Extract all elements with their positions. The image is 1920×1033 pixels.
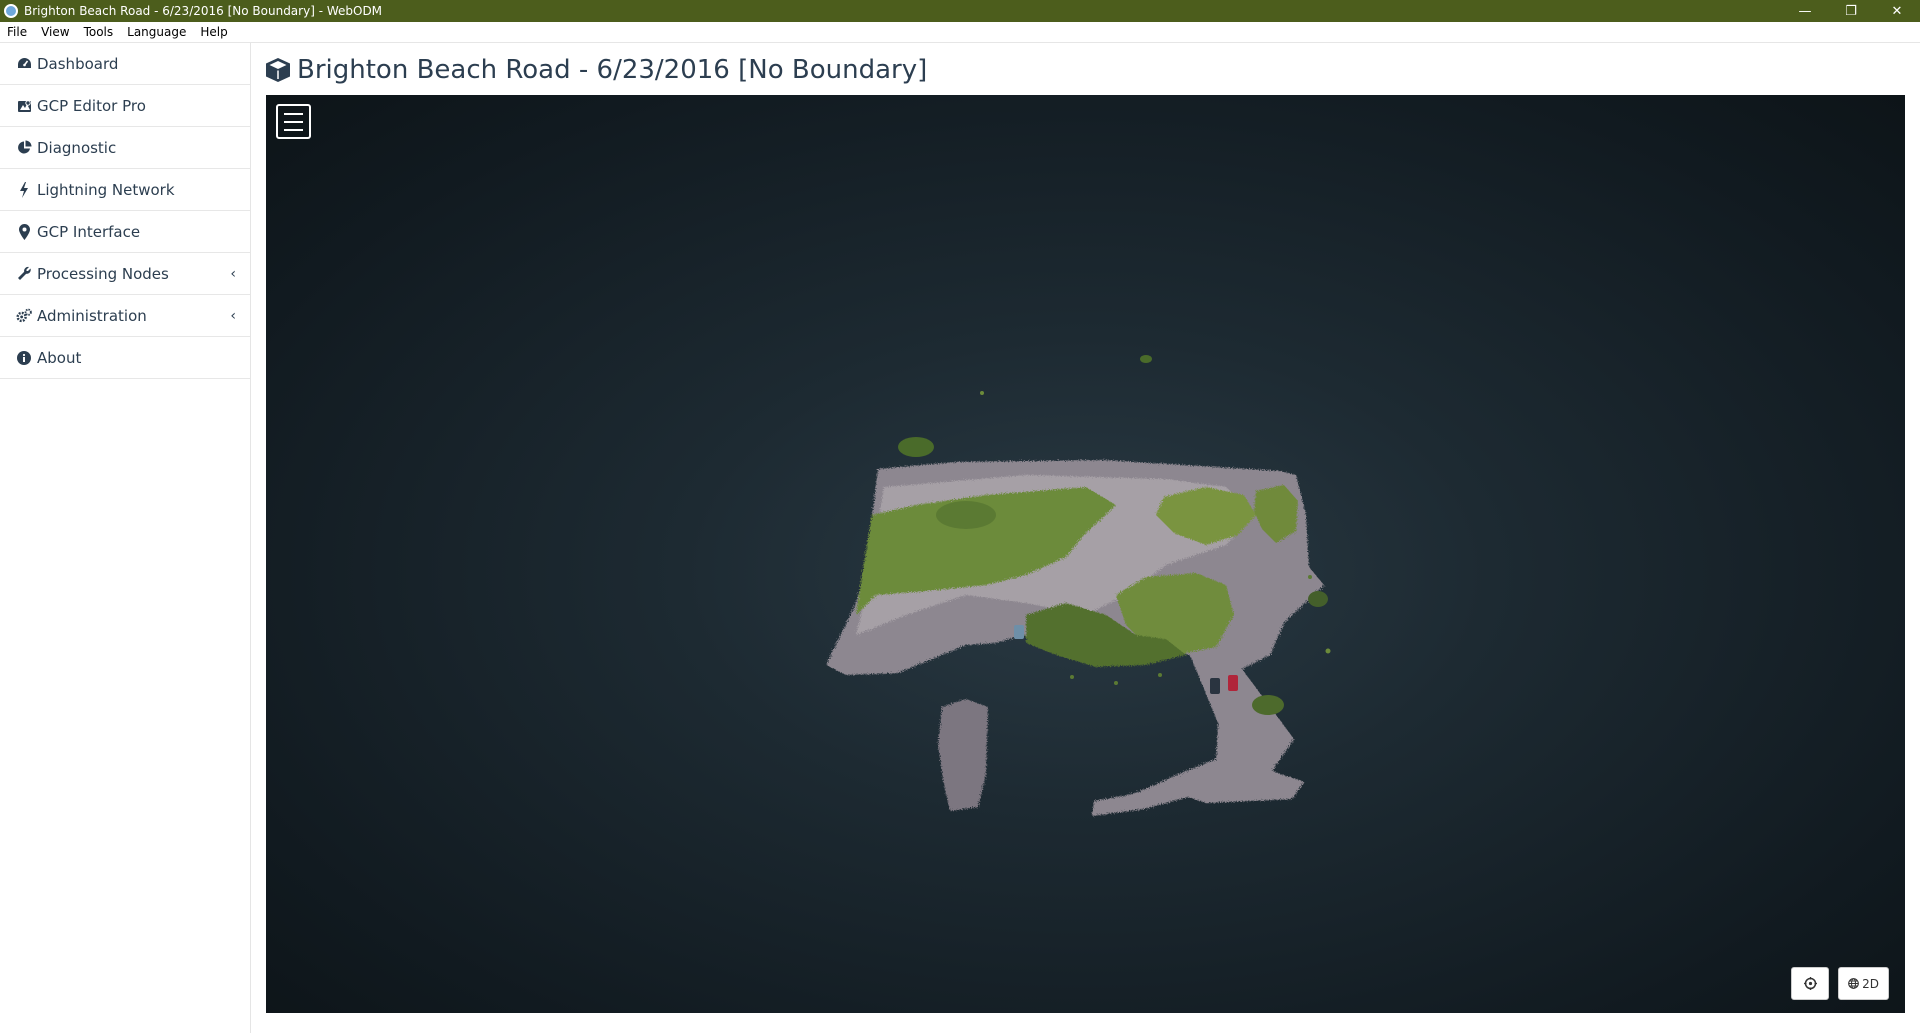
point-speck xyxy=(980,391,984,395)
minimize-button[interactable]: — xyxy=(1782,0,1828,22)
cube-icon xyxy=(266,58,290,82)
sidebar-item-gcp-interface[interactable]: GCP Interface xyxy=(0,211,250,253)
window-titlebar: Brighton Beach Road - 6/23/2016 [No Boun… xyxy=(0,0,1920,22)
sidebar-item-lightning-network[interactable]: Lightning Network xyxy=(0,169,250,211)
viewer-menu-button[interactable] xyxy=(276,104,311,139)
menu-language[interactable]: Language xyxy=(120,25,193,39)
close-button[interactable]: ✕ xyxy=(1874,0,1920,22)
crosshair-icon xyxy=(1803,977,1817,990)
chevron-left-icon: ‹ xyxy=(230,265,236,282)
page-title: Brighton Beach Road - 6/23/2016 [No Boun… xyxy=(265,52,927,88)
sidebar-item-label: GCP Interface xyxy=(37,222,141,241)
sidebar-item-diagnostic[interactable]: Diagnostic xyxy=(0,127,250,169)
parked-car xyxy=(1210,678,1220,694)
point-speck xyxy=(1325,648,1331,654)
pie-chart-icon xyxy=(16,140,32,156)
sidebar-item-label: Lightning Network xyxy=(37,180,175,199)
restore-button[interactable]: ❐ xyxy=(1828,0,1874,22)
hamburger-bar xyxy=(284,128,303,131)
menu-view[interactable]: View xyxy=(34,25,76,39)
globe-icon xyxy=(1848,978,1859,989)
tree-cluster xyxy=(1252,695,1284,715)
dashboard-icon xyxy=(16,56,32,72)
sidebar-item-gcp-editor-pro[interactable]: GCP Editor Pro xyxy=(0,85,250,127)
webodm-app-icon xyxy=(4,4,18,18)
tree-cluster xyxy=(936,501,996,529)
switch-2d-button[interactable]: 2D xyxy=(1838,967,1889,1000)
point-speck xyxy=(1114,681,1118,685)
terrain-patch xyxy=(938,699,988,811)
hamburger-bar xyxy=(284,120,303,123)
hamburger-bar xyxy=(284,112,303,115)
sidebar-item-administration[interactable]: Administration ‹ xyxy=(0,295,250,337)
point-speck xyxy=(1070,675,1074,679)
sidebar-item-label: Processing Nodes xyxy=(37,264,169,283)
sidebar-item-label: Administration xyxy=(37,306,147,325)
sidebar-item-label: Diagnostic xyxy=(37,138,117,157)
info-icon xyxy=(16,350,32,366)
menu-tools[interactable]: Tools xyxy=(77,25,121,39)
point-speck xyxy=(1158,673,1162,677)
sidebar: Dashboard GCP Editor Pro Diagnostic Ligh… xyxy=(0,43,251,1033)
gears-icon xyxy=(16,308,32,324)
sidebar-item-label: About xyxy=(37,348,82,367)
page-title-text: Brighton Beach Road - 6/23/2016 [No Boun… xyxy=(297,55,928,85)
tree-cluster xyxy=(1140,355,1152,363)
menu-file[interactable]: File xyxy=(0,25,34,39)
sidebar-item-processing-nodes[interactable]: Processing Nodes ‹ xyxy=(0,253,250,295)
sidebar-item-label: Dashboard xyxy=(37,54,119,73)
sidebar-item-label: GCP Editor Pro xyxy=(37,96,146,115)
menu-help[interactable]: Help xyxy=(193,25,234,39)
point-cloud-viewer[interactable]: 2D xyxy=(266,95,1905,1013)
bolt-icon xyxy=(16,181,32,198)
crosshair-button[interactable] xyxy=(1791,967,1829,1000)
parked-car xyxy=(1014,625,1024,639)
point-speck xyxy=(1308,575,1312,579)
chevron-left-icon: ‹ xyxy=(230,307,236,324)
parked-car xyxy=(1228,675,1238,691)
point-cloud-render[interactable] xyxy=(266,95,1905,1013)
window-title: Brighton Beach Road - 6/23/2016 [No Boun… xyxy=(24,4,383,18)
tree-cluster xyxy=(898,437,934,457)
sidebar-item-dashboard[interactable]: Dashboard xyxy=(0,43,250,85)
menu-bar: File View Tools Language Help xyxy=(0,22,1920,43)
switch-2d-label: 2D xyxy=(1862,976,1879,991)
map-icon xyxy=(16,98,32,114)
sidebar-item-about[interactable]: About xyxy=(0,337,250,379)
tree-cluster xyxy=(1308,591,1328,607)
map-marker-icon xyxy=(16,223,32,240)
wrench-icon xyxy=(16,266,32,282)
